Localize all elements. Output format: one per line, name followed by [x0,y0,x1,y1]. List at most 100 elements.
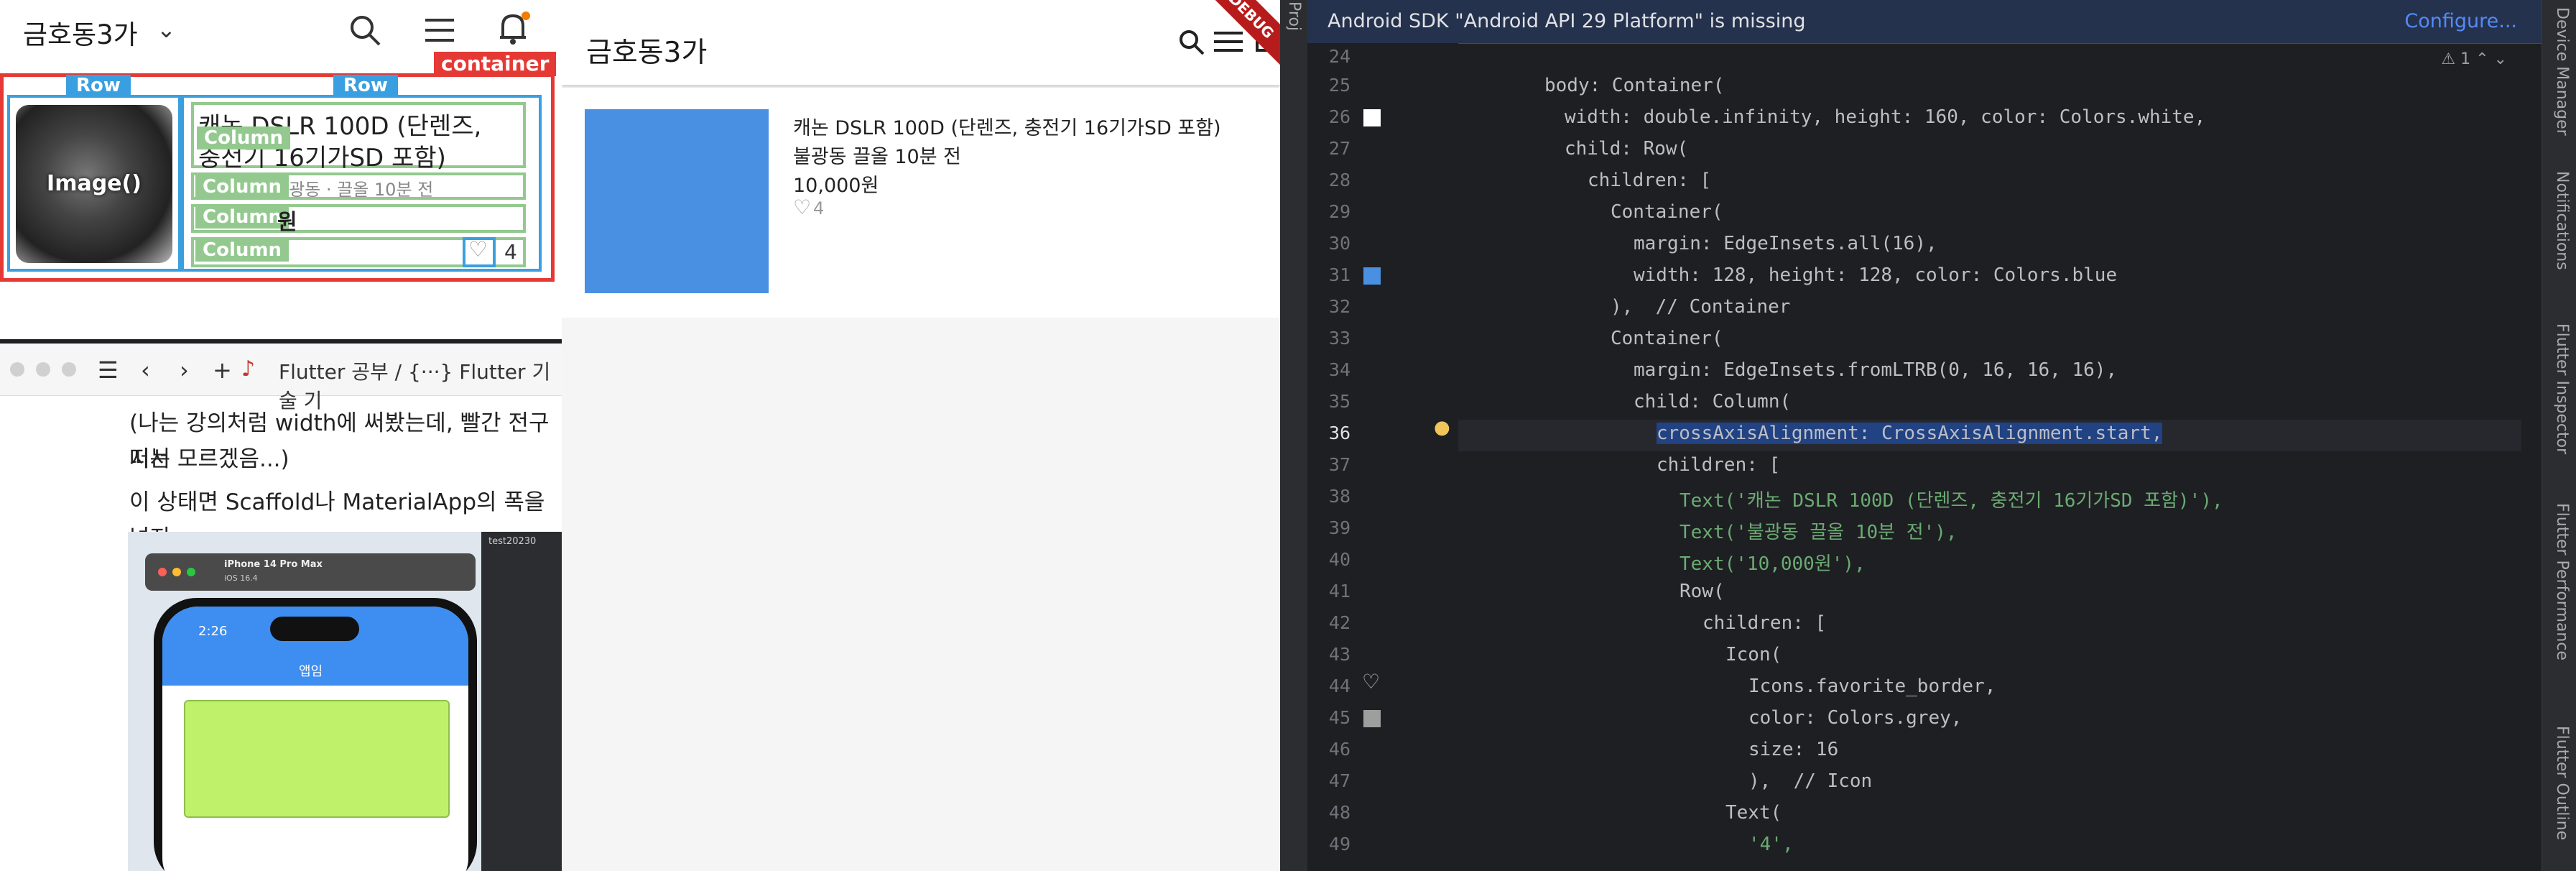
line-number: 27 [1328,138,1350,159]
menu-icon[interactable] [1214,30,1243,55]
lightbulb-icon[interactable]: ● [1434,417,1450,438]
location-title[interactable]: 금호동3가 [23,13,138,52]
search-icon[interactable] [1178,29,1205,56]
line-number: 38 [1328,486,1350,507]
line-number-current: 36 [1328,423,1350,443]
row-debug-label: Row [66,75,131,96]
device-name: iPhone 14 Pro Max [224,559,323,570]
color-swatch-blue[interactable] [1363,267,1381,285]
paragraph-text: 지는 모르겠음...) [129,446,289,472]
browser-window: ☰ ‹ › + ♪ Flutter 공부 / {···} Flutter 기술 … [0,344,562,871]
code-line: width: double.infinity, height: 160, col… [1565,106,2206,128]
code-line: ), // Container [1611,296,1791,318]
product-location: 불광동 · 끌올 10분 전 [273,180,434,200]
close-dot [158,568,167,576]
embedded-screenshot[interactable]: iPhone 14 Pro Max iOS 16.4 2:26 앱임 test2… [128,532,562,871]
warning-indicator[interactable]: ⚠ 1 ⌃ ⌄ [2441,50,2507,68]
flutter-performance-tab[interactable]: Flutter Performance [2553,503,2571,660]
color-swatch-white[interactable] [1363,109,1381,126]
product-image[interactable]: Image() [16,105,172,263]
product-title: 캐논 DSLR 100D (단렌즈, 충전기 16기가SD 포함) [793,117,1221,139]
code-editor[interactable]: body: Container( width: double.infinity,… [1458,43,2542,871]
iphone-frame: 2:26 앱임 [154,598,477,871]
minimize-dot [172,568,181,576]
code-line: Container( [1611,328,1723,349]
likes-count: 4 [813,198,825,218]
code-line: Row( [1680,581,1725,602]
code-line: Text('불광동 끌올 10분 전'), [1680,522,1958,543]
flutter-outline-tab[interactable]: Flutter Outline [2553,726,2571,840]
code-line: body: Container( [1544,75,1725,96]
code-line: child: Column( [1634,391,1792,413]
simulator-titlebar: iPhone 14 Pro Max iOS 16.4 [145,553,476,591]
container-debug-label: container [434,52,557,76]
sidebar-toggle-icon[interactable]: ☰ [98,356,119,384]
code-line: Text( [1725,802,1782,824]
code-line: children: [ [1588,170,1712,191]
window-close-button[interactable] [10,362,24,377]
app-bar: 금호동3가 [562,0,1280,85]
android-studio-editor: Proj Android SDK "Android API 29 Platfor… [1280,0,2576,871]
flutter-inspector-tab[interactable]: Flutter Inspector [2553,323,2571,454]
line-number: 35 [1328,391,1350,412]
bell-icon[interactable] [496,10,530,47]
window-zoom-button[interactable] [62,362,76,377]
heart-outline-icon[interactable]: ♡ [468,237,488,262]
product-location: 불광동 끌올 10분 전 [793,146,961,168]
app-bar: 2:26 앱임 [162,607,468,686]
line-gutter: 24 25 26 27 28 29 30 31 32 33 34 35 36 3… [1307,43,1458,871]
line-number: 47 [1328,770,1350,791]
code-line: children: [ [1657,454,1781,476]
selected-code-line: crossAxisAlignment: CrossAxisAlignment.s… [1657,423,2163,444]
line-number: 42 [1328,612,1350,633]
line-number: 34 [1328,359,1350,380]
code-line: size: 16 [1748,739,1839,760]
line-number: 41 [1328,581,1350,602]
line-number: 49 [1328,834,1350,854]
line-number: 32 [1328,296,1350,317]
device-manager-tab[interactable]: Device Manager [2553,7,2571,136]
code-line: color: Colors.grey, [1748,707,1963,729]
green-container [184,700,450,818]
line-number: 25 [1328,75,1350,96]
new-tab-icon[interactable]: + [213,356,232,384]
location-title[interactable]: 금호동3가 [586,30,707,70]
chevron-down-icon[interactable]: ⌄ [157,16,176,43]
embedded-ide: test20230 [481,532,562,871]
search-icon[interactable] [348,13,382,47]
product-card[interactable]: 캐논 DSLR 100D (단렌즈, 충전기 16기가SD 포함) 불광동 끌올… [562,88,1280,318]
product-image-placeholder [585,109,769,293]
dynamic-island [270,617,359,641]
zoom-dot [187,568,195,576]
window-minimize-button[interactable] [36,362,50,377]
line-number: 39 [1328,517,1350,538]
column-debug-label: Column [195,239,289,262]
warning-count: 1 [2460,50,2471,68]
code-line: Icons.favorite_border, [1748,676,1996,697]
device-os: iOS 16.4 [224,573,258,583]
product-price: 10,000원 [793,175,879,197]
line-number: 29 [1328,201,1350,222]
row-debug-label: Row [333,75,398,96]
notifications-tab[interactable]: Notifications [2553,171,2571,270]
code-line: ), // Icon [1748,770,1873,792]
line-number: 40 [1328,549,1350,570]
code-line: Icon( [1725,644,1782,665]
back-arrow-icon[interactable]: ‹ [141,356,150,384]
line-number: 30 [1328,233,1350,254]
forward-arrow-icon[interactable]: › [180,356,189,384]
menu-icon[interactable] [424,16,455,45]
project-tool-strip[interactable]: Proj [1280,0,1308,871]
code-line: '4', [1748,834,1794,855]
browser-toolbar: ☰ ‹ › + ♪ Flutter 공부 / {···} Flutter 기술 … [0,344,562,413]
line-number: 46 [1328,739,1350,760]
project-tool-label[interactable]: Proj [1285,1,1303,31]
configure-link[interactable]: Configure... [2404,10,2517,32]
color-swatch-grey[interactable] [1363,710,1381,727]
heart-outline-icon[interactable]: ♡ [793,195,811,219]
line-number: 45 [1328,707,1350,728]
code-line: children: [ [1702,612,1827,634]
line-number: 28 [1328,170,1350,190]
heart-outline-icon[interactable]: ♡ [1362,670,1380,693]
code-line: child: Row( [1565,138,1689,160]
